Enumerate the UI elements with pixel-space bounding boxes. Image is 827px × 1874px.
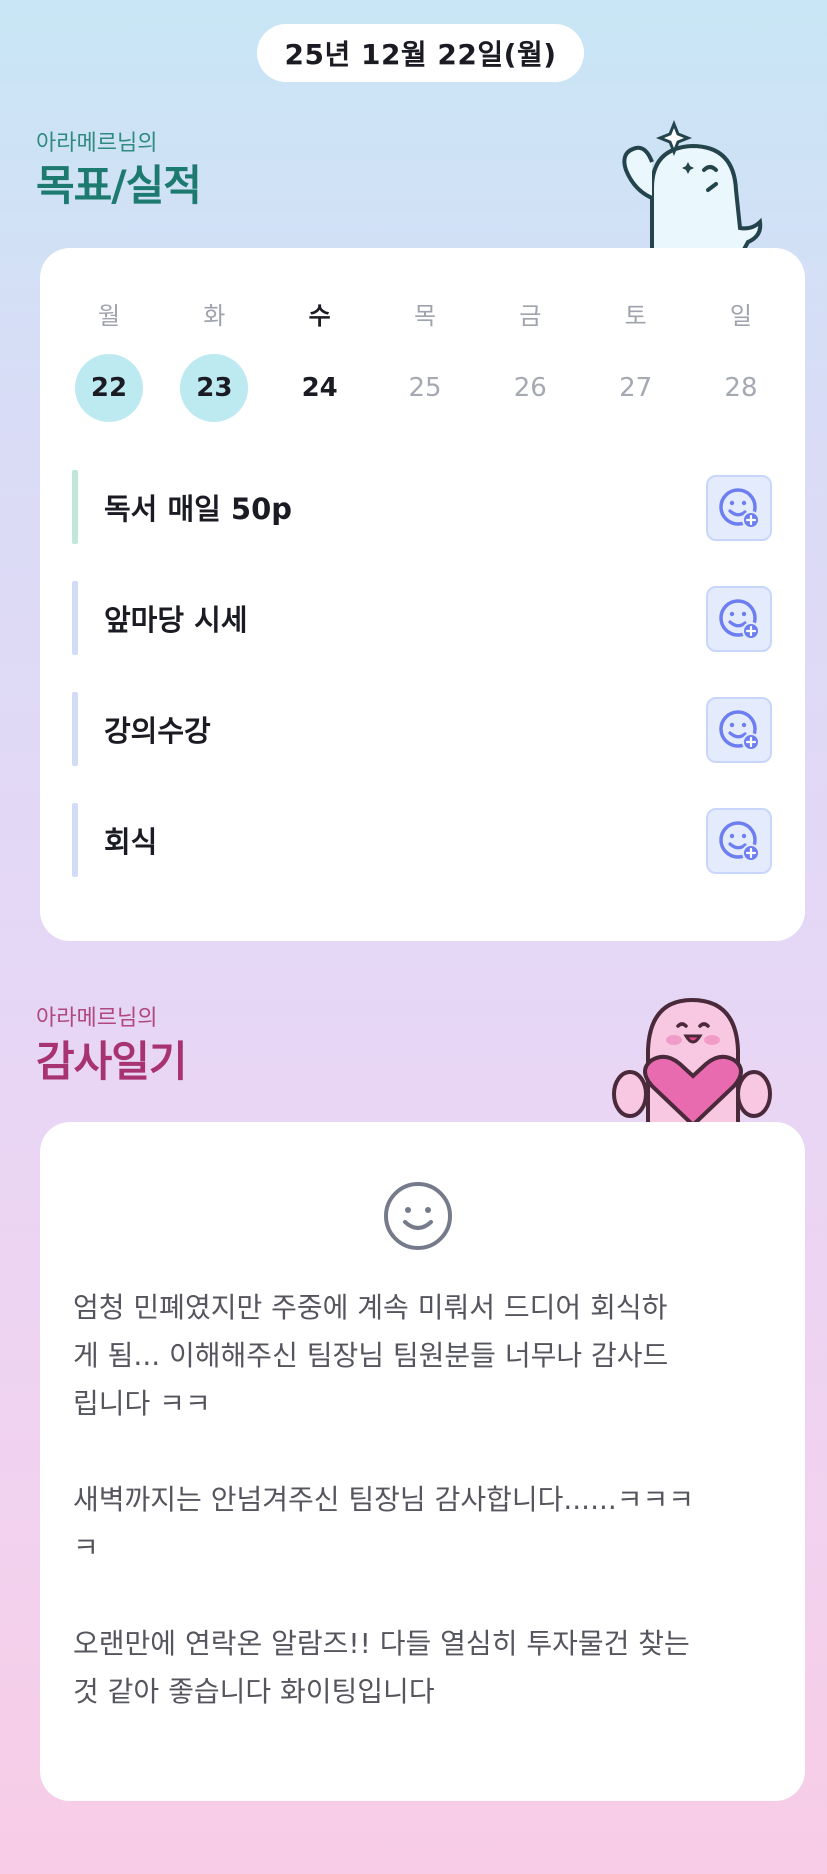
smiley-add-icon[interactable] [706, 475, 772, 541]
diary-paragraph: 엄청 민폐였지만 주중에 계속 미뤄서 드디어 회식하 게 됨... 이해해주신… [73, 1291, 669, 1420]
goals-section-title: 목표/실적 [36, 161, 202, 210]
goal-item[interactable]: 독서 매일 50p [72, 470, 772, 544]
smiley-face-icon[interactable] [382, 1180, 454, 1252]
goal-accent-bar [72, 581, 78, 655]
date-cell[interactable]: 27 [602, 354, 670, 422]
goal-label: 앞마당 시세 [104, 603, 248, 637]
thanks-section-title: 감사일기 [36, 1037, 188, 1086]
weekday-label: 일 [729, 301, 753, 330]
diary-paragraph: 오랜만에 연락온 알람즈!! 다들 열심히 투자물건 찾는 것 같아 좋습니다 … [73, 1627, 690, 1708]
goal-accent-bar [72, 692, 78, 766]
week-calendar: 월 화 수 목 금 토 일 22 23 24 25 26 27 28 [74, 296, 776, 422]
weekday-row: 월 화 수 목 금 토 일 [74, 296, 776, 330]
weekday-label: 화 [203, 301, 226, 330]
date-cell-today[interactable]: 24 [286, 354, 354, 422]
date-pill[interactable]: 25년 12월 22일(월) [257, 24, 584, 82]
smiley-add-icon[interactable] [706, 586, 772, 652]
goal-label: 독서 매일 50p [104, 492, 293, 526]
diary-entry: 엄청 민폐였지만 주중에 계속 미뤄서 드디어 회식하 게 됨... 이해해주신… [73, 1284, 773, 1764]
goal-item[interactable]: 회식 [72, 803, 772, 877]
goal-item[interactable]: 강의수강 [72, 692, 772, 766]
goal-accent-bar [72, 803, 78, 877]
thanks-card: 엄청 민폐였지만 주중에 계속 미뤄서 드디어 회식하 게 됨... 이해해주신… [40, 1122, 805, 1801]
pink-heart-mascot [612, 997, 772, 1125]
ghost-mascot [622, 119, 763, 253]
goal-accent-bar [72, 470, 78, 544]
date-cell[interactable]: 26 [496, 354, 564, 422]
smiley-add-icon[interactable] [706, 697, 772, 763]
goal-item[interactable]: 앞마당 시세 [72, 581, 772, 655]
weekday-label: 목 [413, 301, 437, 330]
date-cell[interactable]: 23 [180, 354, 249, 422]
weekday-label: 토 [624, 301, 647, 330]
weekday-label: 월 [97, 301, 121, 330]
date-row: 22 23 24 25 26 27 28 [74, 354, 776, 422]
goal-label: 강의수강 [104, 714, 211, 748]
diary-paragraph: 새벽까지는 안넘겨주신 팀장님 감사합니다......ㅋㅋㅋ ㅋ [73, 1483, 695, 1564]
date-cell[interactable]: 22 [75, 354, 143, 422]
goal-list: 독서 매일 50p 앞마당 시세 강의수강 회식 [72, 470, 772, 914]
date-cell[interactable]: 28 [707, 354, 775, 422]
weekday-label: 수 [308, 301, 331, 330]
smiley-add-icon[interactable] [706, 808, 772, 874]
goal-label: 회식 [104, 825, 158, 859]
weekday-label: 금 [519, 301, 542, 330]
goals-card: 월 화 수 목 금 토 일 22 23 24 25 26 27 28 독서 매일… [40, 248, 805, 941]
date-cell[interactable]: 25 [391, 354, 459, 422]
